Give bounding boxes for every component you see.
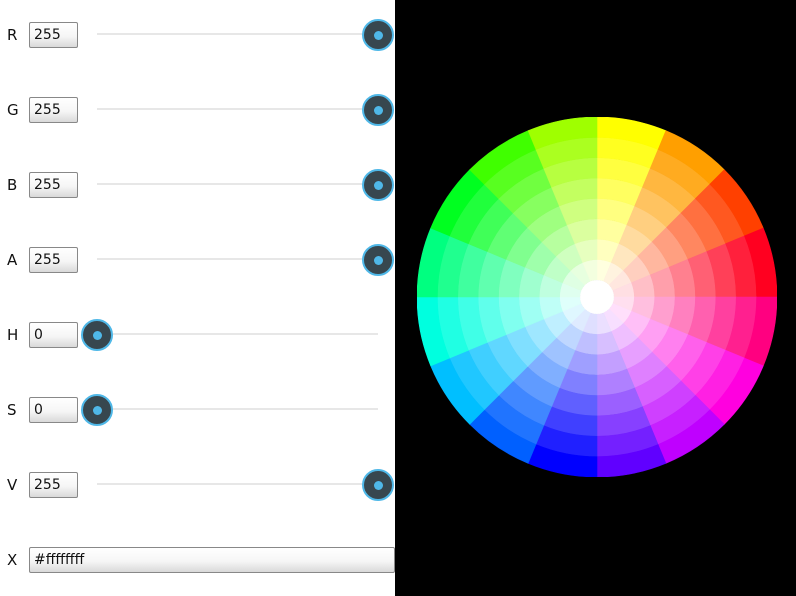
- wheel-center[interactable]: [580, 280, 614, 314]
- channel-row-a: A: [0, 240, 395, 280]
- slider-thumb-dot: [373, 255, 383, 265]
- channel-input-r[interactable]: [29, 22, 78, 48]
- slider-thumb-dot: [92, 330, 102, 340]
- hex-row: X: [0, 540, 395, 580]
- slider-thumb-g[interactable]: [362, 94, 394, 126]
- channel-input-v[interactable]: [29, 472, 78, 498]
- channel-input-a[interactable]: [29, 247, 78, 273]
- color-wheel-panel: [395, 0, 796, 596]
- slider-track-s[interactable]: [97, 408, 378, 410]
- channel-label-s: S: [7, 401, 17, 419]
- slider-thumb-r[interactable]: [362, 19, 394, 51]
- color-controls-panel: R G B A H S V X: [0, 0, 395, 596]
- hex-input[interactable]: [29, 547, 395, 573]
- channel-input-b[interactable]: [29, 172, 78, 198]
- slider-track-g[interactable]: [97, 108, 378, 110]
- channel-input-h[interactable]: [29, 322, 78, 348]
- slider-thumb-dot: [373, 480, 383, 490]
- channel-row-b: B: [0, 165, 395, 205]
- channel-row-s: S: [0, 390, 395, 430]
- channel-label-b: B: [7, 176, 18, 194]
- slider-track-b[interactable]: [97, 183, 378, 185]
- channel-label-v: V: [7, 476, 18, 494]
- slider-thumb-v[interactable]: [362, 469, 394, 501]
- channel-label-h: H: [7, 326, 19, 344]
- slider-thumb-dot: [373, 30, 383, 40]
- slider-track-v[interactable]: [97, 483, 378, 485]
- color-wheel[interactable]: [417, 117, 777, 477]
- slider-thumb-dot: [92, 405, 102, 415]
- slider-thumb-s[interactable]: [81, 394, 113, 426]
- slider-thumb-b[interactable]: [362, 169, 394, 201]
- channel-label-g: G: [7, 101, 19, 119]
- slider-thumb-h[interactable]: [81, 319, 113, 351]
- slider-thumb-dot: [373, 105, 383, 115]
- slider-track-a[interactable]: [97, 258, 378, 260]
- slider-thumb-dot: [373, 180, 383, 190]
- slider-track-h[interactable]: [97, 333, 378, 335]
- channel-input-g[interactable]: [29, 97, 78, 123]
- channel-row-v: V: [0, 465, 395, 505]
- channel-row-r: R: [0, 15, 395, 55]
- hex-label: X: [7, 551, 18, 569]
- channel-row-h: H: [0, 315, 395, 355]
- channel-label-a: A: [7, 251, 18, 269]
- slider-track-r[interactable]: [97, 33, 378, 35]
- slider-thumb-a[interactable]: [362, 244, 394, 276]
- channel-input-s[interactable]: [29, 397, 78, 423]
- channel-label-r: R: [7, 26, 18, 44]
- channel-row-g: G: [0, 90, 395, 130]
